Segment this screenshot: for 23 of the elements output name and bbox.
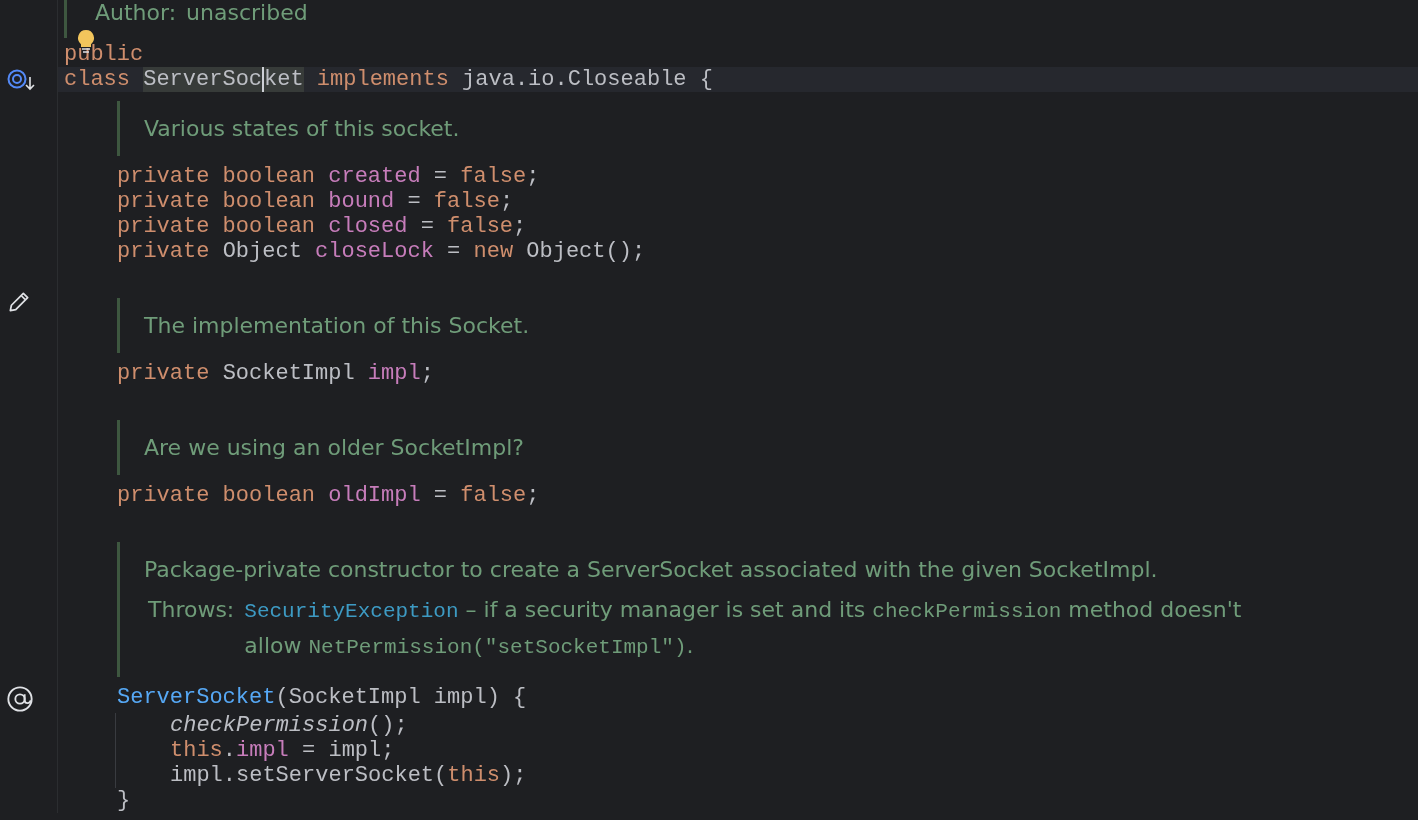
doc-tag-text: unascribed	[186, 0, 308, 27]
code-line: this.impl = impl;	[170, 738, 395, 763]
doc-text: The implementation of this Socket.	[144, 312, 531, 340]
code-line: class ServerSoc ket implements java.io.Closeable {	[64, 67, 713, 92]
doc-tag-text: SecurityException – if a security manager is set and its checkPermission method doesn't allow NetPermission("setSocketImpl").	[244, 596, 1243, 661]
code-line: private boolean bound = false;	[117, 189, 514, 214]
doc-text: Package-private constructor to create a ServerSocket associated with the given SocketImpl.	[144, 556, 1159, 584]
code-line: private boolean created = false;	[117, 164, 540, 189]
doc-tag-label: Author:	[94, 0, 177, 27]
doc-text: Various states of this socket.	[144, 115, 461, 143]
code-line: private Object closeLock = new Object();	[117, 239, 646, 264]
code-line: private boolean oldImpl = false;	[117, 483, 540, 508]
code-line: public	[64, 42, 144, 67]
implemented-marker-icon[interactable]	[6, 68, 36, 92]
code-line: }	[117, 788, 131, 813]
doc-text: Are we using an older SocketImpl?	[144, 434, 525, 462]
code-line: checkPermission();	[170, 713, 408, 738]
at-sign-icon[interactable]	[6, 685, 34, 713]
code-line: ServerSocket(SocketImpl impl) {	[117, 685, 527, 710]
code-line: impl.setServerSocket(this);	[170, 763, 527, 788]
code-line: private boolean closed = false;	[117, 214, 527, 239]
code-line: private SocketImpl impl;	[117, 361, 434, 386]
doc-tag-label: Throws:	[147, 596, 235, 624]
